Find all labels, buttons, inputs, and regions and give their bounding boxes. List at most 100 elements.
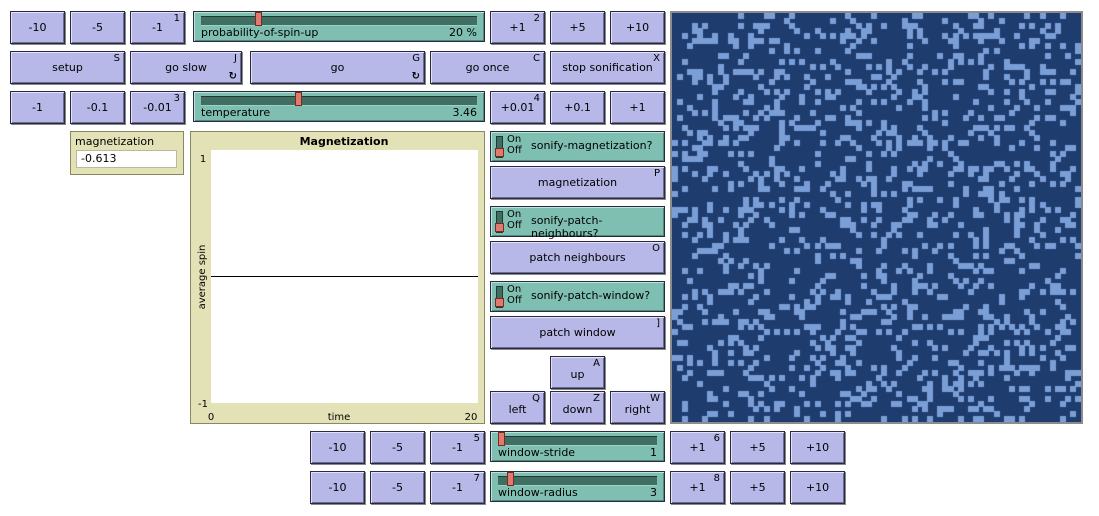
go-once-button[interactable]: go once C (430, 51, 545, 84)
slider-value: 20 % (449, 26, 477, 39)
switch-label: sonify-patch-neighbours? (531, 214, 603, 240)
switch-on-label: On (507, 284, 522, 295)
setup-button[interactable]: setup S (10, 51, 125, 84)
stride-minus-5-button[interactable]: -5 (370, 431, 425, 464)
shortcut-key: 3 (173, 93, 180, 104)
slider-label: temperature (201, 106, 271, 119)
radius-minus-1-button[interactable]: -1 7 (430, 471, 485, 504)
y-max-label: 1 (200, 154, 206, 165)
monitor-value: -0.613 (76, 150, 177, 168)
sonify-patch-neighbours-switch[interactable]: On Off sonify-patch-neighbours? (490, 206, 665, 240)
temp-minus-0.1-button[interactable]: -0.1 (70, 91, 125, 124)
slider-label: window-stride (498, 446, 576, 459)
prob-minus-1-button[interactable]: -1 1 (130, 11, 185, 44)
stride-minus-1-button[interactable]: -1 5 (430, 431, 485, 464)
slider-thumb[interactable] (507, 472, 515, 486)
down-button[interactable]: down Z (550, 391, 605, 424)
switch-label: sonify-patch-window? (531, 289, 651, 302)
plot-canvas: Magnetization 1 -1 average spin 0 20 tim… (197, 135, 478, 423)
go-button[interactable]: go G ↻ (250, 51, 425, 84)
magnetization-plot: Magnetization 1 -1 average spin 0 20 tim… (190, 131, 485, 424)
slider-track (498, 436, 657, 446)
prob-plus-5-button[interactable]: +5 (550, 11, 605, 44)
slider-thumb[interactable] (498, 432, 505, 446)
temp-plus-0.1-button[interactable]: +0.1 (550, 91, 605, 124)
probability-of-spin-up-slider[interactable]: probability-of-spin-up 20 % (193, 11, 485, 42)
switch-knob[interactable] (495, 148, 504, 157)
temp-minus-1-button[interactable]: -1 (10, 91, 65, 124)
shortcut-key: P (653, 168, 660, 179)
x-min-label: 0 (208, 412, 214, 423)
forever-icon: ↻ (228, 71, 237, 82)
shortcut-key: Z (593, 393, 600, 404)
x-max-label: 20 (465, 412, 478, 423)
temp-plus-0.01-button[interactable]: +0.01 4 (490, 91, 545, 124)
shortcut-key: X (653, 53, 660, 64)
temp-minus-0.01-button[interactable]: -0.01 3 (130, 91, 185, 124)
shortcut-key: A (593, 358, 600, 369)
shortcut-key: 7 (473, 473, 480, 484)
shortcut-key: ] (656, 318, 660, 329)
slider-value: 3 (650, 486, 657, 499)
patch-grid (672, 13, 1081, 422)
stride-plus-1-button[interactable]: +1 6 (670, 431, 725, 464)
window-stride-slider[interactable]: window-stride 1 (490, 431, 665, 462)
slider-track (498, 476, 657, 486)
radius-plus-5-button[interactable]: +5 (730, 471, 785, 504)
up-button[interactable]: up A (550, 356, 605, 389)
stop-sonification-button[interactable]: stop sonification X (550, 51, 665, 84)
radius-minus-5-button[interactable]: -5 (370, 471, 425, 504)
shortcut-key: C (533, 53, 540, 64)
sonify-magnetization-switch[interactable]: On Off sonify-magnetization? (490, 131, 665, 162)
window-radius-slider[interactable]: window-radius 3 (490, 471, 665, 502)
prob-minus-10-button[interactable]: -10 (10, 11, 65, 44)
prob-plus-1-button[interactable]: +1 2 (490, 11, 545, 44)
prob-plus-10-button[interactable]: +10 (610, 11, 665, 44)
shortcut-key: 4 (533, 93, 540, 104)
prob-minus-5-button[interactable]: -5 (70, 11, 125, 44)
shortcut-key: 5 (473, 433, 480, 444)
y-min-label: -1 (198, 399, 208, 410)
slider-thumb[interactable] (254, 12, 262, 26)
shortcut-key: 2 (533, 13, 540, 24)
temperature-slider[interactable]: temperature 3.46 (193, 91, 485, 122)
temp-plus-1-button[interactable]: +1 (610, 91, 665, 124)
shortcut-key: J (234, 53, 237, 64)
shortcut-key: 8 (713, 473, 720, 484)
radius-plus-1-button[interactable]: +1 8 (670, 471, 725, 504)
world-view[interactable] (670, 11, 1083, 424)
stride-plus-5-button[interactable]: +5 (730, 431, 785, 464)
shortcut-key: S (113, 53, 120, 64)
forever-icon: ↻ (411, 71, 420, 82)
switch-label: sonify-magnetization? (531, 139, 653, 152)
switch-off-label: Off (507, 220, 522, 231)
switch-knob[interactable] (495, 223, 504, 232)
switch-on-label: On (507, 134, 522, 145)
plot-title: Magnetization (300, 135, 389, 148)
slider-value: 1 (650, 446, 657, 459)
left-button[interactable]: left Q (490, 391, 545, 424)
right-button[interactable]: right W (610, 391, 665, 424)
switch-on-label: On (507, 209, 522, 220)
stride-plus-10-button[interactable]: +10 (790, 431, 845, 464)
stride-minus-10-button[interactable]: -10 (310, 431, 365, 464)
slider-label: probability-of-spin-up (201, 26, 319, 39)
magnetization-monitor: magnetization -0.613 (70, 131, 184, 175)
radius-plus-10-button[interactable]: +10 (790, 471, 845, 504)
radius-minus-10-button[interactable]: -10 (310, 471, 365, 504)
slider-thumb[interactable] (295, 92, 303, 106)
shortcut-key: G (412, 53, 420, 64)
y-axis-label: average spin (197, 245, 208, 310)
switch-knob[interactable] (495, 298, 504, 307)
patch-neighbours-button[interactable]: patch neighbours O (490, 241, 665, 274)
go-slow-button[interactable]: go slow J ↻ (130, 51, 242, 84)
shortcut-key: 6 (713, 433, 720, 444)
shortcut-key: O (652, 243, 660, 254)
sonify-patch-window-switch[interactable]: On Off sonify-patch-window? (490, 281, 665, 312)
slider-track (201, 96, 477, 106)
switch-off-label: Off (507, 295, 522, 306)
patch-window-button[interactable]: patch window] (490, 316, 665, 349)
magnetization-button[interactable]: magnetization P (490, 166, 665, 199)
slider-value: 3.46 (452, 106, 478, 119)
switch-off-label: Off (507, 145, 522, 156)
